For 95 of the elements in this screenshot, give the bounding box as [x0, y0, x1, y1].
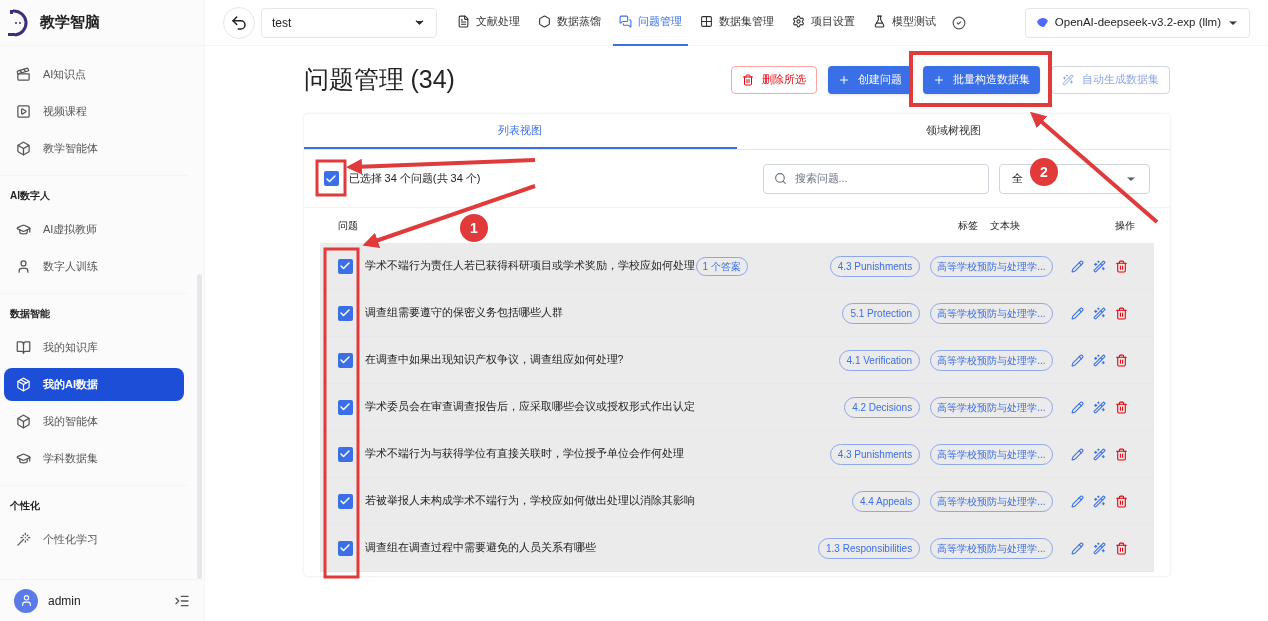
chat-icon: [619, 15, 632, 28]
book-icon: [16, 340, 31, 355]
undo-icon: [230, 13, 248, 32]
question-text: 在调查中如果出现知识产权争议，调查组应如何处理?: [364, 352, 624, 368]
question-text: 调查组在调查过程中需要避免的人员关系有哪些: [364, 540, 596, 556]
question-row[interactable]: 调查组在调查过程中需要避免的人员关系有哪些 1.3 Responsibilities 高等学校预防与处理学...: [319, 525, 1154, 572]
model-logo-icon: [1035, 17, 1049, 28]
play-icon: [16, 104, 31, 119]
sidebar-item[interactable]: 个性化学习: [4, 523, 184, 556]
edit-icon[interactable]: [1070, 259, 1084, 273]
trash-icon[interactable]: [1114, 306, 1128, 320]
question-text: 学术委员会在审查调查报告后，应采取哪些会议或授权形式作出认定: [364, 399, 695, 415]
view-tab[interactable]: 列表视图: [303, 114, 737, 149]
nav-tab[interactable]: 项目设置: [786, 0, 861, 46]
checkbox[interactable]: [337, 540, 353, 556]
sidebar-item[interactable]: 学科数据集: [4, 442, 184, 475]
question-text: 若被举报人未构成学术不端行为，学校应如何做出处理以消除其影响: [364, 493, 695, 509]
edit-icon[interactable]: [1070, 400, 1084, 414]
model-select[interactable]: OpenAI-deepseek-v3.2-exp (llm): [1024, 7, 1250, 38]
column-header: 文本块: [989, 219, 1021, 233]
cube-icon: [16, 414, 31, 429]
checkbox[interactable]: [337, 352, 353, 368]
flask-icon: [873, 15, 886, 28]
clapperboard-icon: [16, 67, 31, 82]
search-field[interactable]: 搜索问题...: [762, 163, 989, 194]
action-button[interactable]: 批量构造数据集: [922, 66, 1040, 94]
checkbox[interactable]: [337, 258, 353, 274]
document-icon: [457, 15, 470, 28]
trash-icon[interactable]: [1114, 494, 1128, 508]
edit-icon[interactable]: [1070, 306, 1084, 320]
view-tab[interactable]: 领域树视图: [736, 114, 1170, 149]
section-title: 数据智能: [9, 307, 51, 321]
nav-tab[interactable]: 数据集管理: [694, 0, 780, 46]
person-icon: [16, 259, 31, 274]
checkbox[interactable]: [337, 493, 353, 509]
sidebar-item[interactable]: 数字人训练: [4, 250, 184, 283]
edit-icon[interactable]: [1070, 353, 1084, 367]
cube-icon: [16, 377, 31, 392]
action-button[interactable]: 删除所选: [730, 66, 817, 94]
nav-tab[interactable]: 模型测试: [867, 0, 942, 46]
project-select[interactable]: test: [261, 7, 437, 38]
nav-tab[interactable]: 文献处理: [451, 0, 526, 46]
hexagon-icon: [538, 15, 551, 28]
question-row[interactable]: 学术不端行为责任人若已获得科研项目或学术奖励，学校应如何处理 1 个答案 4.3 Punishments 高等学校预防与处理学...: [319, 243, 1154, 290]
section-title: AI数字人: [9, 189, 51, 203]
sidebar-item[interactable]: 我的AI数据: [4, 368, 184, 401]
checkbox[interactable]: [337, 399, 353, 415]
nav-tab[interactable]: 问题管理: [613, 0, 688, 46]
question-row[interactable]: 在调查中如果出现知识产权争议，调查组应如何处理? 4.1 Verification 高等学校预防与处理学...: [319, 337, 1154, 384]
sidebar-item[interactable]: 我的知识库: [4, 331, 184, 364]
trash-icon[interactable]: [1114, 447, 1128, 461]
settings-icon: [792, 15, 805, 28]
app-name: 教学智脑: [40, 12, 100, 33]
sidebar-item[interactable]: 视频课程: [4, 95, 184, 128]
checkbox[interactable]: [323, 171, 339, 186]
question-row[interactable]: 调查组需要遵守的保密义务包括哪些人群 5.1 Protection 高等学校预防与处理学...: [319, 290, 1154, 337]
trash-icon[interactable]: [1114, 259, 1128, 273]
question-row[interactable]: 学术委员会在审查调查报告后，应采取哪些会议或授权形式作出认定 4.2 Decisions 高等学校预防与处理学...: [319, 384, 1154, 431]
question-text: 学术不端行为责任人若已获得科研项目或学术奖励，学校应如何处理: [364, 258, 695, 274]
avatar[interactable]: [14, 588, 38, 613]
sidebar-item[interactable]: 我的智能体: [4, 405, 184, 438]
checkbox[interactable]: [337, 305, 353, 321]
question-text: 调查组需要遵守的保密义务包括哪些人群: [364, 305, 563, 321]
user-name: admin: [48, 592, 82, 610]
grid-icon: [700, 15, 713, 28]
checkbox[interactable]: [337, 446, 353, 462]
edit-icon[interactable]: [1070, 447, 1084, 461]
column-header: 操作: [1113, 219, 1136, 233]
cube-icon: [16, 141, 31, 156]
selection-count: 已选择 34 个问题(共 34 个): [348, 171, 482, 187]
question-row[interactable]: 若被举报人未构成学术不端行为，学校应如何做出处理以消除其影响 4.4 Appeals 高等学校预防与处理学...: [319, 478, 1154, 525]
action-button[interactable]: 创建问题: [827, 66, 912, 94]
column-header: 标签: [956, 219, 978, 233]
trash-icon[interactable]: [1114, 400, 1128, 414]
sidebar-item[interactable]: AI知识点: [4, 58, 184, 91]
graduation-cap-icon: [16, 451, 31, 466]
sidebar-item[interactable]: AI虚拟教师: [4, 213, 184, 246]
trash-icon[interactable]: [1114, 541, 1128, 555]
edit-icon[interactable]: [1070, 494, 1084, 508]
edit-icon[interactable]: [1070, 541, 1084, 555]
graduation-cap-icon: [16, 222, 31, 237]
trash-icon[interactable]: [1114, 353, 1128, 367]
wand-icon: [16, 532, 31, 547]
column-header: 问题: [337, 219, 358, 233]
nav-tab[interactable]: 数据蒸馏: [532, 0, 607, 46]
question-row[interactable]: 学术不端行为与获得学位有直接关联时，学位授予单位会作何处理 4.3 Punishments 高等学校预防与处理学...: [319, 431, 1154, 478]
question-text: 学术不端行为与获得学位有直接关联时，学位授予单位会作何处理: [364, 446, 684, 462]
trash-icon: [741, 74, 754, 86]
check-circle-icon[interactable]: [952, 15, 966, 30]
sidebar-item[interactable]: 教学智能体: [4, 132, 184, 165]
page-title: 问题管理 (34): [303, 64, 456, 96]
section-title: 个性化: [9, 499, 41, 513]
search-icon: [773, 172, 787, 185]
plus-icon: [837, 74, 850, 86]
highlight-frame: [315, 159, 347, 197]
